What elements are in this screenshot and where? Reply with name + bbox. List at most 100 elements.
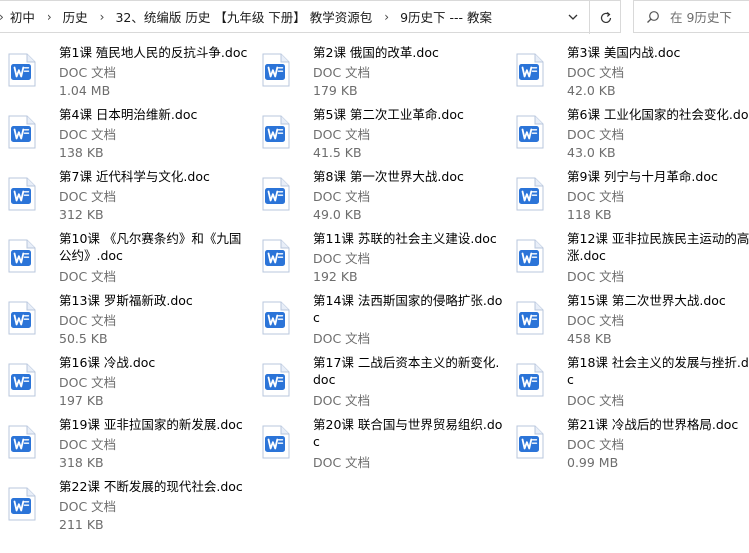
wps-doc-icon: [8, 115, 36, 149]
wps-doc-icon: [516, 363, 544, 397]
file-size: 42.0 KB: [567, 83, 616, 98]
file-name: 第17课 二战后资本主义的新变化.doc: [313, 355, 500, 387]
file-type: DOC 文档: [59, 313, 117, 328]
file-size: 197 KB: [59, 393, 104, 408]
file-name: 第18课 社会主义的发展与挫折.doc: [567, 355, 749, 387]
wps-doc-icon: [8, 425, 36, 459]
breadcrumb-separator-icon[interactable]: ›: [384, 10, 389, 24]
address-bar[interactable]: › 初中 › 历史 › 32、统编版 历史 【九年级 下册】 教学资源包 › 9…: [0, 0, 621, 34]
file-item[interactable]: 第21课 冷战后的世界格局.doc DOC 文档 0.99 MB: [508, 412, 749, 470]
file-name: 第20课 联合国与世界贸易组织.doc: [313, 417, 503, 449]
file-size: 458 KB: [567, 331, 612, 346]
file-item[interactable]: 第3课 美国内战.doc DOC 文档 42.0 KB: [508, 40, 749, 98]
breadcrumb-root-separator[interactable]: ›: [0, 10, 4, 24]
file-size: 43.0 KB: [567, 145, 616, 160]
file-name: 第7课 近代科学与文化.doc: [59, 169, 210, 184]
file-item[interactable]: 第10课 《凡尔赛条约》和《九国公约》.doc DOC 文档: [0, 226, 250, 284]
breadcrumb-item-1[interactable]: 初中: [10, 7, 35, 26]
file-type: DOC 文档: [567, 437, 625, 452]
file-size: 179 KB: [313, 83, 358, 98]
file-item[interactable]: 第20课 联合国与世界贸易组织.docDOC 文档39.0 KB: [254, 412, 504, 470]
file-name: 第13课 罗斯福新政.doc: [59, 293, 193, 308]
file-size: 1.04 MB: [59, 83, 111, 98]
file-name: 第19课 亚非拉国家的新发展.doc: [59, 417, 243, 432]
chevron-down-icon[interactable]: [566, 10, 580, 24]
file-name: 第12课 亚非拉民族民主运动的高涨.doc: [567, 231, 749, 263]
file-name: 第14课 法西斯国家的侵略扩张.doc: [313, 293, 503, 325]
file-type: DOC 文档: [59, 499, 117, 514]
file-size: 41.5 KB: [313, 145, 362, 160]
search-input[interactable]: 在 9历史下: [670, 7, 732, 26]
wps-doc-icon: [8, 177, 36, 211]
file-item[interactable]: 第22课 不断发展的现代社会.doc DOC 文档 211 KB: [0, 474, 250, 532]
file-name: 第15课 第二次世界大战.doc: [567, 293, 726, 308]
breadcrumb-item-2[interactable]: 历史: [63, 7, 88, 26]
breadcrumb-item-3[interactable]: 32、统编版 历史 【九年级 下册】 教学资源包: [115, 7, 372, 26]
file-item[interactable]: 第9课 列宁与十月革命.doc DOC 文档 118 KB: [508, 164, 749, 222]
wps-doc-icon: [8, 363, 36, 397]
file-type: DOC 文档: [59, 127, 117, 142]
file-type: DOC 文档: [567, 393, 625, 408]
file-name: 第11课 苏联的社会主义建设.doc: [313, 231, 497, 246]
file-name: 第1课 殖民地人民的反抗斗争.doc: [59, 45, 248, 60]
file-item[interactable]: 第12课 亚非拉民族民主运动的高涨.doc DOC 文档: [508, 226, 749, 284]
file-type: DOC 文档: [567, 313, 625, 328]
file-type: DOC 文档: [567, 65, 625, 80]
file-name: 第22课 不断发展的现代社会.doc: [59, 479, 243, 494]
file-item[interactable]: 第17课 二战后资本主义的新变化.doc DOC 文档: [254, 350, 504, 408]
file-type: DOC 文档: [59, 189, 117, 204]
file-item[interactable]: 第11课 苏联的社会主义建设.doc DOC 文档 192 KB: [254, 226, 504, 284]
wps-doc-icon: [262, 425, 290, 459]
file-name: 第10课 《凡尔赛条约》和《九国公约》.doc: [59, 231, 242, 263]
breadcrumb-item-4[interactable]: 9历史下 --- 教案: [400, 7, 492, 26]
file-type: DOC 文档: [313, 251, 371, 266]
file-name: 第16课 冷战.doc: [59, 355, 156, 370]
wps-doc-icon: [516, 177, 544, 211]
file-name: 第3课 美国内战.doc: [567, 45, 681, 60]
file-item[interactable]: 第7课 近代科学与文化.doc DOC 文档 312 KB: [0, 164, 250, 222]
breadcrumb-separator-icon[interactable]: ›: [100, 10, 105, 24]
file-size: 49.0 KB: [313, 207, 362, 222]
refresh-button[interactable]: [589, 1, 621, 34]
file-size: 50.5 KB: [59, 331, 108, 346]
file-item[interactable]: 第14课 法西斯国家的侵略扩张.docDOC 文档43.0 KB: [254, 288, 504, 346]
wps-doc-icon: [8, 301, 36, 335]
wps-doc-icon: [262, 115, 290, 149]
file-name: 第8课 第一次世界大战.doc: [313, 169, 464, 184]
file-size: 118 KB: [567, 207, 612, 222]
wps-doc-icon: [516, 115, 544, 149]
wps-doc-icon: [516, 425, 544, 459]
file-item[interactable]: 第6课 工业化国家的社会变化.doc DOC 文档 43.0 KB: [508, 102, 749, 160]
wps-doc-icon: [8, 239, 36, 273]
file-item[interactable]: 第5课 第二次工业革命.doc DOC 文档 41.5 KB: [254, 102, 504, 160]
file-type: DOC 文档: [567, 269, 625, 284]
file-name: 第21课 冷战后的世界格局.doc: [567, 417, 739, 432]
file-name: 第4课 日本明治维新.doc: [59, 107, 198, 122]
file-type: DOC 文档: [567, 127, 625, 142]
file-item[interactable]: 第18课 社会主义的发展与挫折.docDOC 文档67.0 KB: [508, 350, 749, 408]
file-type: DOC 文档: [313, 455, 371, 470]
file-name: 第2课 俄国的改革.doc: [313, 45, 439, 60]
file-type: DOC 文档: [313, 127, 371, 142]
file-type: DOC 文档: [59, 375, 117, 390]
file-item[interactable]: 第1课 殖民地人民的反抗斗争.doc DOC 文档 1.04 MB: [0, 40, 250, 98]
file-type: DOC 文档: [59, 437, 117, 452]
file-item[interactable]: 第2课 俄国的改革.doc DOC 文档 179 KB: [254, 40, 504, 98]
file-item[interactable]: 第13课 罗斯福新政.doc DOC 文档 50.5 KB: [0, 288, 250, 346]
file-type: DOC 文档: [59, 269, 117, 284]
file-item[interactable]: 第16课 冷战.doc DOC 文档 197 KB: [0, 350, 250, 408]
file-size: 211 KB: [59, 517, 104, 532]
breadcrumb-separator-icon[interactable]: ›: [47, 10, 52, 24]
file-type: DOC 文档: [567, 189, 625, 204]
file-size: 318 KB: [59, 455, 104, 470]
file-size: 0.99 MB: [567, 455, 619, 470]
file-type: DOC 文档: [313, 331, 371, 346]
file-item[interactable]: 第8课 第一次世界大战.doc DOC 文档 49.0 KB: [254, 164, 504, 222]
file-size: 192 KB: [313, 269, 358, 284]
file-item[interactable]: 第15课 第二次世界大战.doc DOC 文档 458 KB: [508, 288, 749, 346]
file-item[interactable]: 第4课 日本明治维新.doc DOC 文档 138 KB: [0, 102, 250, 160]
refresh-icon: [600, 11, 611, 23]
search-box[interactable]: 在 9历史下: [633, 0, 749, 33]
file-type: DOC 文档: [313, 189, 371, 204]
file-item[interactable]: 第19课 亚非拉国家的新发展.doc DOC 文档 318 KB: [0, 412, 250, 470]
